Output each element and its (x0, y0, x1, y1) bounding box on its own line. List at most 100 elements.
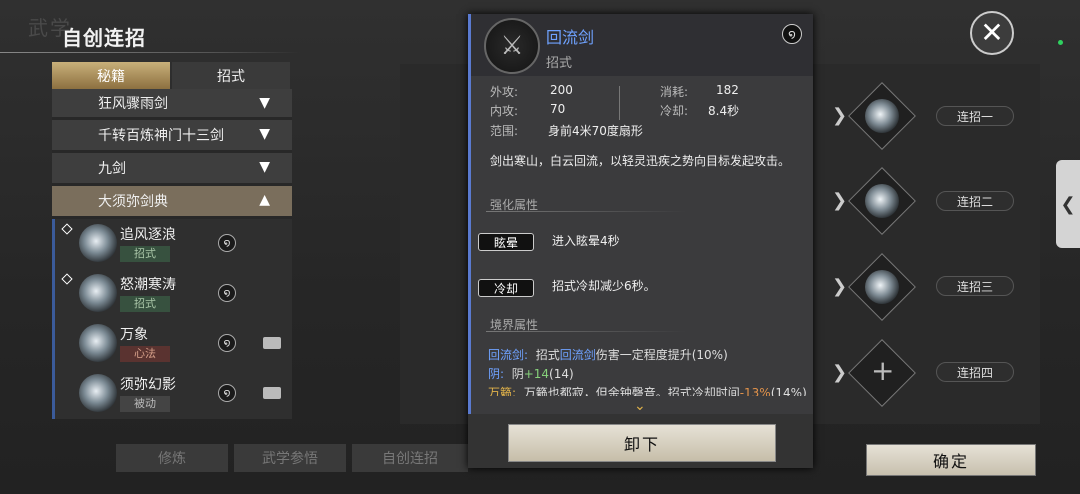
realm-text: 招式 (535, 348, 560, 362)
book-name: 九剑 (98, 161, 126, 177)
realm-text: 万籁也都寂，但余钟磬音。招式冷却时间 (523, 386, 740, 396)
plus-icon: + (871, 354, 895, 387)
close-icon: ✕ (980, 16, 1004, 49)
arrow-right-icon: ❯ (832, 105, 848, 126)
swirl-icon: ໑ (218, 234, 236, 252)
skill-eye-icon (79, 324, 117, 362)
unload-button[interactable]: 卸下 (508, 424, 776, 462)
range-value: 身前4米70度扇形 (548, 124, 643, 138)
sword-icon: ⚔ (484, 18, 540, 74)
chevron-down-icon: ▼ (259, 126, 270, 142)
skill-sword-icon (865, 184, 899, 218)
outer-attack-value: 200 (550, 83, 573, 97)
chevron-up-icon: ▲ (259, 192, 270, 208)
cooldown-value: 8.4秒 (708, 104, 740, 118)
skill-row[interactable]: 怒潮寒涛 招式 ໑ (52, 269, 292, 319)
equipped-diamond-icon (61, 223, 73, 235)
outer-attack-label: 外攻: (490, 85, 519, 99)
chest-icon (263, 337, 281, 349)
skill-tag: 心法 (120, 346, 170, 362)
skill-name: 怒潮寒涛 (120, 277, 176, 293)
comprehend-button[interactable]: 武学参悟 (234, 444, 346, 472)
scroll-down-chevron-icon[interactable]: ⌄ (634, 398, 646, 414)
chest-icon (263, 387, 281, 399)
tab-zhaoshi[interactable]: 招式 (172, 62, 290, 89)
chevron-left-icon: ❮ (1060, 193, 1076, 215)
swirl-icon: ໑ (218, 384, 236, 402)
cost-label: 消耗: (660, 85, 689, 99)
skill-tag: 被动 (120, 396, 170, 412)
train-button[interactable]: 修炼 (116, 444, 228, 472)
chevron-down-icon: ▼ (259, 159, 270, 175)
skill-name: 须弥幻影 (120, 377, 176, 393)
realm-text: 伤害一定程度提升(10%) (595, 348, 728, 362)
realm-prefix: 阴: (488, 367, 505, 381)
popup-skill-name: 回流剑 (546, 28, 595, 47)
realm-prefix: 万籁: (488, 386, 517, 396)
realm-line-1: 回流剑: 招式回流剑伤害一定程度提升(10%) (488, 346, 728, 363)
swirl-icon: ໑ (782, 24, 802, 44)
swirl-icon: ໑ (218, 334, 236, 352)
header-divider (0, 52, 300, 53)
range-label: 范围: (490, 124, 519, 138)
realm-highlight: +14 (523, 367, 550, 381)
enhance-text: 招式冷却减少6秒。 (552, 279, 656, 293)
realm-line-3: 万籁: 万籁也都寂，但余钟磬音。招式冷却时间-13%(14%) (488, 384, 807, 396)
book-row[interactable]: 狂风骤雨剑 ▼ (52, 89, 292, 117)
book-row-expanded[interactable]: 大须弥剑典 ▲ (52, 186, 292, 216)
skill-name: 万象 (120, 327, 148, 343)
realm-line-2: 阴: 阴+14(14) (488, 365, 574, 382)
custom-combo-button[interactable]: 自创连招 (352, 444, 468, 472)
skill-wave-icon (79, 274, 117, 312)
book-row[interactable]: 千转百炼神门十三剑 ▼ (52, 120, 292, 150)
enhance-badge: 冷却 (478, 279, 534, 297)
book-name: 千转百炼神门十三剑 (98, 128, 224, 144)
confirm-button[interactable]: 确定 (866, 444, 1036, 476)
arrow-right-icon: ❯ (832, 276, 848, 297)
book-row[interactable]: 九剑 ▼ (52, 153, 292, 183)
popup-skill-type: 招式 (546, 56, 573, 71)
skill-tag: 招式 (120, 296, 170, 312)
skill-row[interactable]: 追风逐浪 招式 ໑ (52, 219, 292, 269)
arrow-right-icon: ❯ (832, 362, 848, 383)
chevron-down-icon: ▼ (259, 95, 270, 111)
combo-label-2: 连招二 (936, 191, 1014, 211)
realm-text: (14%) (770, 386, 807, 396)
skill-wave-icon (865, 270, 899, 304)
skill-name: 追风逐浪 (120, 227, 176, 243)
stat-divider (619, 86, 620, 120)
cost-value: 182 (716, 83, 739, 97)
book-name: 大须弥剑典 (98, 194, 168, 210)
side-expand-button[interactable]: ❮ (1056, 160, 1080, 248)
section-divider (486, 331, 686, 332)
skill-wave-icon (79, 224, 117, 262)
skill-phantom-icon (79, 374, 117, 412)
realm-text: 阴 (511, 367, 524, 381)
arrow-right-icon: ❯ (832, 190, 848, 211)
enhance-badge: 眩晕 (478, 233, 534, 251)
realm-prefix: 回流剑: (488, 348, 529, 362)
page-title: 自创连招 (62, 26, 146, 50)
book-name: 狂风骤雨剑 (98, 96, 168, 112)
realm-highlight: 回流剑 (559, 348, 596, 362)
tab-miji[interactable]: 秘籍 (52, 62, 170, 89)
close-button[interactable]: ✕ (970, 11, 1014, 55)
inner-attack-value: 70 (550, 102, 566, 116)
skill-row[interactable]: 须弥幻影 被动 ໑ (52, 369, 292, 419)
combo-label-4: 连招四 (936, 362, 1014, 382)
equipped-diamond-icon (61, 273, 73, 285)
cooldown-label: 冷却: (660, 104, 689, 118)
realm-text: (14) (549, 367, 574, 381)
realm-highlight: -13% (739, 386, 771, 396)
inner-attack-label: 内攻: (490, 104, 519, 118)
swirl-icon: ໑ (218, 284, 236, 302)
combo-label-1: 连招一 (936, 106, 1014, 126)
section-divider (486, 211, 686, 212)
status-dot (1058, 40, 1063, 45)
skill-wave-icon (865, 99, 899, 133)
enhance-text: 进入眩晕4秒 (552, 234, 620, 248)
skill-tag: 招式 (120, 246, 170, 262)
skill-row[interactable]: 万象 心法 ໑ (52, 319, 292, 369)
combo-label-3: 连招三 (936, 276, 1014, 296)
skill-description: 剑出寒山，白云回流，以轻灵迅疾之势向目标发起攻击。 (490, 154, 791, 168)
